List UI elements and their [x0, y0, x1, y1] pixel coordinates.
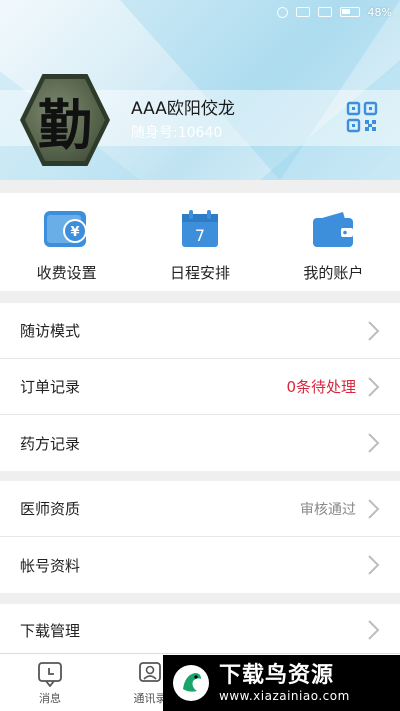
wallet-icon	[309, 208, 357, 250]
schedule-label: 日程安排	[169, 264, 230, 282]
wifi-icon	[295, 7, 310, 17]
menu-item-followup-mode[interactable]: 随访模式	[0, 303, 400, 359]
qr-code-icon[interactable]	[346, 101, 378, 133]
menu-item-label: 随访模式	[20, 322, 81, 340]
schedule-button[interactable]: 7 日程安排	[133, 193, 266, 291]
chevron-right-icon	[368, 555, 380, 575]
watermark-url: www.xiazainiao.com	[219, 689, 350, 703]
menu-item-doctor-qualification[interactable]: 医师资质 审核通过	[0, 481, 400, 537]
user-id: 随身号:10640	[131, 125, 223, 141]
menu-item-label: 订单记录	[20, 378, 81, 396]
chevron-right-icon	[368, 620, 380, 640]
chevron-right-icon	[368, 498, 380, 519]
menu-item-label: 医师资质	[20, 500, 81, 518]
my-account-button[interactable]: 我的账户	[267, 193, 400, 291]
menu-item-account-info[interactable]: 帐号资料	[0, 537, 400, 593]
quick-actions: ¥ 收费设置 7 日程安排 我的账户	[0, 193, 400, 291]
user-name: AAA欧阳佼龙	[131, 99, 235, 119]
chevron-right-icon	[368, 433, 380, 453]
battery-icon	[339, 7, 360, 17]
menu-group-records: 随访模式 订单记录 0条待处理 药方记录	[0, 303, 400, 471]
menu-item-prescription-records[interactable]: 药方记录	[0, 415, 400, 471]
chevron-right-icon	[368, 320, 380, 341]
menu-item-label: 帐号资料	[20, 556, 81, 575]
menu-group-downloads: 下载管理	[0, 604, 400, 656]
avatar-image: 勤	[25, 79, 105, 161]
alarm-icon	[276, 6, 288, 18]
nav-label-messages: 消息	[39, 692, 61, 705]
my-account-label: 我的账户	[303, 264, 364, 282]
wallet-yen-icon: ¥	[43, 208, 91, 250]
contacts-icon	[139, 662, 161, 682]
battery-level: 48%	[367, 5, 392, 19]
menu-group-profile: 医师资质 审核通过 帐号资料	[0, 481, 400, 593]
status-bar: 48%	[0, 0, 400, 24]
menu-item-download-management[interactable]: 下载管理	[0, 604, 400, 656]
bird-logo-icon	[173, 665, 209, 701]
fee-settings-label: 收费设置	[36, 264, 97, 282]
calendar-icon: 7	[176, 208, 224, 250]
fee-settings-button[interactable]: ¥ 收费设置	[0, 193, 133, 291]
nav-label-contacts: 通讯录	[133, 692, 167, 705]
chevron-right-icon	[368, 376, 380, 397]
message-icon	[38, 662, 62, 687]
watermark-banner: 下载鸟资源 www.xiazainiao.com	[163, 655, 400, 711]
signal-icon	[317, 7, 332, 17]
pending-orders-count: 0条待处理	[286, 378, 356, 396]
watermark-title: 下载鸟资源	[219, 663, 335, 688]
menu-item-order-records[interactable]: 订单记录 0条待处理	[0, 359, 400, 415]
review-status: 审核通过	[300, 501, 356, 518]
menu-item-label: 下载管理	[20, 621, 81, 640]
menu-item-label: 药方记录	[20, 434, 81, 453]
calendar-day: 7	[195, 226, 205, 245]
svg-text:¥: ¥	[70, 225, 79, 240]
nav-tab-messages[interactable]: 消息	[0, 654, 100, 711]
